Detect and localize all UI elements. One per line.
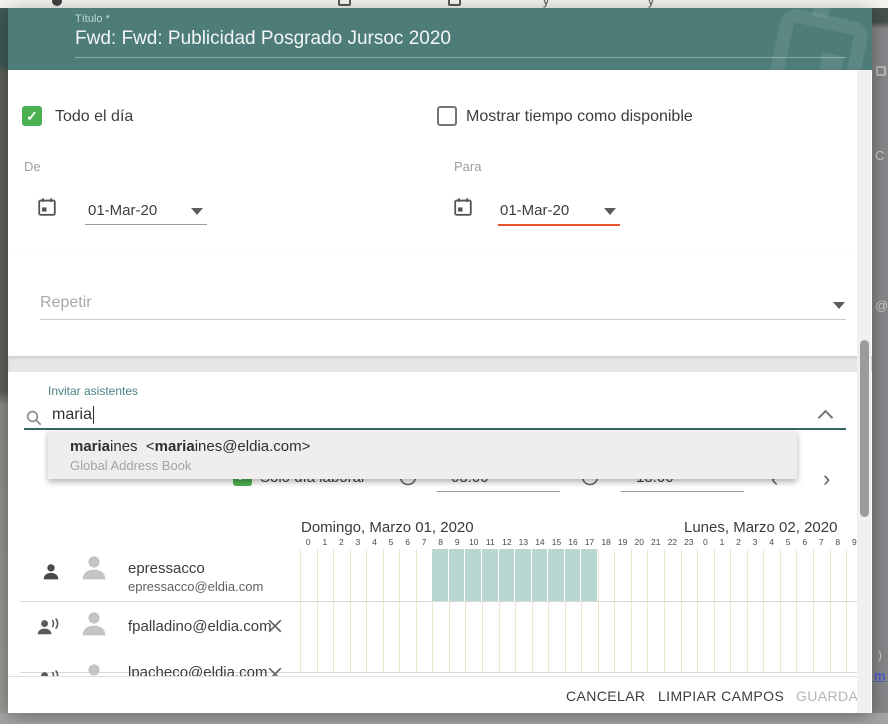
invite-attendees-label: Invitar asistentes <box>48 384 138 398</box>
work-end-underline <box>621 491 744 492</box>
all-day-checkbox[interactable]: ✓ <box>22 106 42 126</box>
repeat-section: Repetir <box>8 256 872 356</box>
cancel-button[interactable]: CANCELAR <box>566 688 645 704</box>
autocomplete-dropdown: mariaines <mariaines@eldia.com> Global A… <box>48 431 797 479</box>
dialog-scrollbar-track[interactable] <box>857 70 871 713</box>
background-icon-fragment <box>876 66 886 76</box>
suggestion-match: maria <box>155 438 195 455</box>
attendees-section: Invitar asistentes maria ✓ Sólo día labo… <box>8 372 872 713</box>
search-icon <box>25 409 43 427</box>
show-as-free-checkbox[interactable] <box>437 106 457 126</box>
dialog-footer: CANCELAR LIMPIAR CAMPOS GUARDAR <box>8 676 857 713</box>
scheduler-next-icon[interactable]: › <box>823 468 830 490</box>
background-toolbar-fragment <box>338 0 351 6</box>
background-bottom-edge <box>0 713 888 724</box>
title-field-label: Título * <box>75 13 110 25</box>
calendar-icon[interactable] <box>452 196 474 218</box>
clear-fields-button[interactable]: LIMPIAR CAMPOS <box>658 688 784 704</box>
suggestion-source: Global Address Book <box>70 458 191 473</box>
invite-attendees-underline <box>24 428 846 430</box>
background-toolbar-fragment <box>52 0 62 6</box>
repeat-underline <box>40 319 846 320</box>
calendar-icon[interactable] <box>36 196 58 218</box>
remove-attendee-button[interactable] <box>265 616 285 636</box>
background-link-fragment: m <box>874 668 886 683</box>
title-input-underline <box>75 57 846 58</box>
to-label: Para <box>454 159 481 174</box>
date-options-section: ✓ Todo el día Mostrar tiempo como dispon… <box>8 70 872 256</box>
organizer-person-icon <box>40 561 62 583</box>
all-day-label: Todo el día <box>55 108 133 126</box>
free-busy-grid[interactable] <box>300 549 858 672</box>
suggestion-item[interactable]: mariaines <mariaines@eldia.com> <box>70 438 310 455</box>
invite-attendees-input[interactable]: maria <box>52 406 94 424</box>
from-date-underline <box>85 224 207 225</box>
to-date-underline-focused <box>498 224 620 226</box>
background-toolbar-strip: y y <box>0 0 888 8</box>
event-edit-dialog: Título * Fwd: Fwd: Publicidad Posgrado J… <box>8 8 872 713</box>
hour-labels: 0123456789101112131415161718192021222301… <box>300 537 858 548</box>
dialog-header: Título * Fwd: Fwd: Publicidad Posgrado J… <box>8 8 872 70</box>
attendee-email: fpalladino@eldia.com <box>128 618 272 635</box>
from-date-caret-icon[interactable] <box>191 208 203 215</box>
calendar-watermark-icon <box>743 8 872 70</box>
suggestion-match: maria <box>70 438 110 455</box>
voice-person-icon <box>36 615 60 639</box>
day1-header: Domingo, Marzo 01, 2020 <box>301 519 474 536</box>
avatar <box>78 608 110 640</box>
from-label: De <box>24 159 41 174</box>
background-text-fragment: ) <box>878 648 882 662</box>
to-date-value[interactable]: 01-Mar-20 <box>500 202 569 219</box>
avatar <box>78 552 110 584</box>
dialog-scrollbar-thumb[interactable] <box>860 340 869 517</box>
background-toolbar-fragment: y <box>543 0 549 8</box>
screen: y y C @ ) m Título * Fwd: Fwd: Publicida… <box>0 0 888 724</box>
show-as-free-label: Mostrar tiempo como disponible <box>466 108 693 126</box>
from-date-value[interactable]: 01-Mar-20 <box>88 202 157 219</box>
background-text-fragment: @ <box>875 298 888 313</box>
background-right-edge: C @ ) m <box>872 0 888 724</box>
background-toolbar-fragment <box>448 0 461 6</box>
background-text-fragment: C <box>875 148 884 163</box>
section-divider <box>8 356 872 372</box>
day2-header: Lunes, Marzo 02, 2020 <box>684 519 837 536</box>
background-toolbar-fragment: y <box>648 0 654 8</box>
collapse-chevron-icon[interactable] <box>818 410 834 426</box>
background-left-edge <box>0 0 8 724</box>
attendee-name: epressacco <box>128 560 205 577</box>
repeat-select[interactable]: Repetir <box>40 294 92 312</box>
repeat-caret-icon[interactable] <box>833 302 845 309</box>
busy-block <box>432 549 597 602</box>
suggestion-rest: ines@eldia.com> <box>195 438 311 455</box>
attendee-email: epressacco@eldia.com <box>128 579 263 594</box>
row-divider <box>20 601 858 602</box>
event-title-input[interactable]: Fwd: Fwd: Publicidad Posgrado Jursoc 202… <box>75 28 451 50</box>
to-date-caret-icon[interactable] <box>604 208 616 215</box>
work-start-underline <box>437 491 560 492</box>
suggestion-rest: ines < <box>110 438 155 455</box>
